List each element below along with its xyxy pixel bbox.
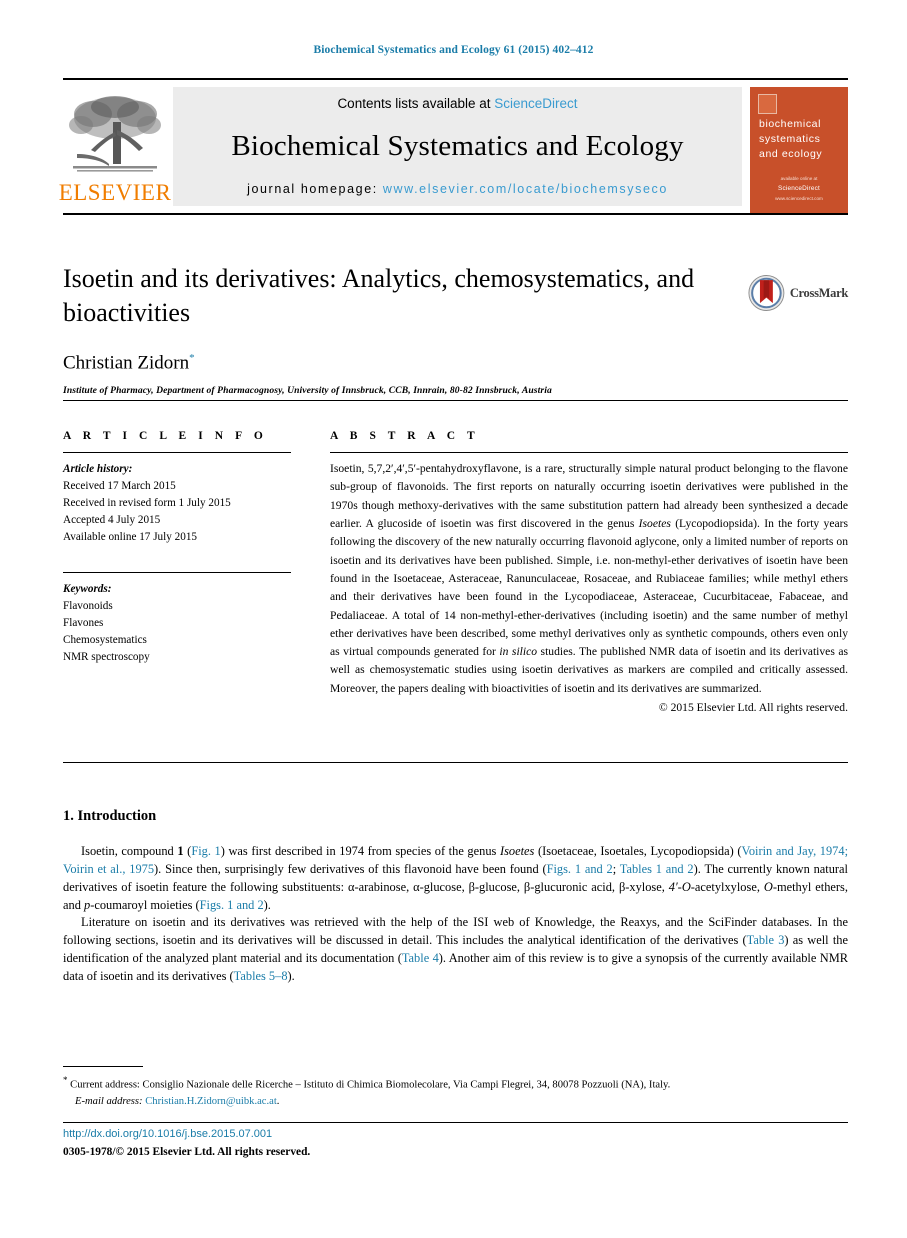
footnote-marker: * xyxy=(63,1075,68,1085)
email-label: E-mail address: xyxy=(75,1095,143,1107)
section-heading-introduction: 1. Introduction xyxy=(63,808,157,824)
crossmark-badge[interactable]: CrossMark xyxy=(748,272,848,314)
substituent-italic: 4′-O xyxy=(668,879,691,894)
doi-link[interactable]: http://dx.doi.org/10.1016/j.bse.2015.07.… xyxy=(63,1128,272,1140)
abstract-part-2: (Lycopodiopsida). In the forty years fol… xyxy=(330,516,848,659)
p1-a: Isoetin, compound xyxy=(81,844,178,858)
abstract-divider xyxy=(330,452,848,453)
table-reference[interactable]: Table 4 xyxy=(402,951,439,965)
p1-h: -acetylxylose, xyxy=(690,879,764,894)
journal-masthead: ELSEVIER Contents lists available at Sci… xyxy=(59,78,848,213)
footnote-block: * Current address: Consiglio Nazionale d… xyxy=(63,1074,848,1110)
journal-homepage-link[interactable]: www.elsevier.com/locate/biochemsyseco xyxy=(383,182,668,196)
keywords-label: Keywords: xyxy=(63,583,112,596)
email-suffix: . xyxy=(276,1095,280,1107)
homepage-line: journal homepage: www.elsevier.com/locat… xyxy=(247,182,668,196)
article-history-label: Article history: xyxy=(63,463,133,475)
figure-reference[interactable]: Figs. 1 and 2 xyxy=(547,862,613,876)
abstract-genus-italic: Isoetes xyxy=(638,516,671,530)
crossmark-label: CrossMark xyxy=(789,285,848,300)
intro-paragraph-2: Literature on isoetin and its derivative… xyxy=(63,914,848,985)
crossmark-icon xyxy=(748,275,785,311)
footnote-address-text: Current address: Consiglio Nazionale del… xyxy=(70,1079,671,1091)
cover-title-line-2: systematics xyxy=(759,133,821,146)
keyword-item: NMR spectroscopy xyxy=(63,651,150,664)
table-reference[interactable]: Tables 5–8 xyxy=(234,969,288,983)
masthead-bottom-rule xyxy=(63,213,848,215)
running-head: Biochemical Systematics and Ecology 61 (… xyxy=(313,44,594,56)
cover-foot-url: www.sciencedirect.com xyxy=(775,195,823,201)
table-reference[interactable]: Table 3 xyxy=(747,933,785,947)
contents-prefix: Contents lists available at xyxy=(337,96,495,111)
cover-title: biochemical systematics and ecology xyxy=(759,117,842,163)
article-info-heading: A R T I C L E I N F O xyxy=(63,430,268,442)
journal-band: Contents lists available at ScienceDirec… xyxy=(173,87,742,206)
p2-a: Literature on isoetin and its derivative… xyxy=(63,915,848,948)
keyword-item: Chemosystematics xyxy=(63,634,147,647)
info-divider-1 xyxy=(63,452,291,453)
keyword-item: Flavonoids xyxy=(63,600,113,613)
email-link[interactable]: Christian.H.Zidorn@uibk.ac.at xyxy=(145,1096,277,1107)
article-history-block: Article history: Received 17 March 2015 … xyxy=(63,461,291,546)
cover-title-line-3: and ecology xyxy=(759,148,823,161)
genus-italic: Isoetes xyxy=(499,844,535,858)
abstract-heading: A B S T R A C T xyxy=(330,430,480,442)
abstract-column: A B S T R A C T Isoetin, 5,7,2′,4′,5′-pe… xyxy=(330,430,848,714)
info-top-rule xyxy=(63,400,848,401)
intro-paragraph-1: Isoetin, compound 1 (Fig. 1) was first d… xyxy=(63,843,848,914)
footnote-rule xyxy=(63,1066,143,1067)
history-item: Received in revised form 1 July 2015 xyxy=(63,497,231,510)
figure-reference[interactable]: Figs. 1 and 2 xyxy=(200,898,264,912)
p1-c: ) was first described in 1974 from speci… xyxy=(220,844,500,858)
abstract-text: Isoetin, 5,7,2′,4′,5′-pentahydroxyflavon… xyxy=(330,460,848,698)
journal-cover-thumbnail: biochemical systematics and ecology avai… xyxy=(750,87,848,213)
cover-foot-small: available online at xyxy=(780,175,818,181)
journal-title: Biochemical Systematics and Ecology xyxy=(231,130,684,162)
bottom-rule xyxy=(63,1122,848,1123)
elsevier-wordmark: ELSEVIER xyxy=(58,180,172,205)
info-divider-2 xyxy=(63,572,291,574)
p1-d: (Isoetaceae, Isoetales, Lycopodiopsida) … xyxy=(534,844,742,858)
title-block: Isoetin and its derivatives: Analytics, … xyxy=(63,262,723,396)
body-content: Isoetin, compound 1 (Fig. 1) was first d… xyxy=(63,843,848,986)
info-bottom-rule xyxy=(63,762,848,763)
cover-title-line-1: biochemical xyxy=(759,118,822,130)
author-name: Christian Zidorn* xyxy=(63,352,723,374)
keyword-item: Flavones xyxy=(63,617,104,630)
history-item: Available online 17 July 2015 xyxy=(63,531,198,544)
p1-k: ). xyxy=(263,897,271,912)
cover-foot-brand: ScienceDirect xyxy=(777,185,821,193)
author-affiliation: Institute of Pharmacy, Department of Pha… xyxy=(63,384,552,396)
elsevier-logo: ELSEVIER xyxy=(59,87,171,206)
abstract-copyright: © 2015 Elsevier Ltd. All rights reserved… xyxy=(658,701,848,715)
keywords-block: Keywords: Flavonoids Flavones Chemosyste… xyxy=(63,581,291,666)
history-item: Accepted 4 July 2015 xyxy=(63,514,161,527)
page-title: Isoetin and its derivatives: Analytics, … xyxy=(63,264,695,327)
sciencedirect-link[interactable]: ScienceDirect xyxy=(494,96,577,111)
p1-e: ). Since then, surprisingly few derivati… xyxy=(154,861,547,876)
article-info-column: A R T I C L E I N F O Article history: R… xyxy=(63,430,291,666)
history-item: Received 17 March 2015 xyxy=(63,480,176,493)
elsevier-tree-icon xyxy=(69,96,161,172)
o-methyl-italic: O xyxy=(763,879,773,894)
p1-f: ; xyxy=(612,861,620,876)
cover-footer: available online at ScienceDirect www.sc… xyxy=(750,175,848,203)
issn-copyright: 0305-1978/© 2015 Elsevier Ltd. All right… xyxy=(63,1146,311,1158)
author-label: Christian Zidorn xyxy=(63,351,190,373)
abstract-insilico-italic: in silico xyxy=(499,645,538,659)
contents-line: Contents lists available at ScienceDirec… xyxy=(337,96,577,111)
table-reference[interactable]: Tables 1 and 2 xyxy=(620,862,694,876)
homepage-prefix: journal homepage: xyxy=(247,182,383,196)
p1-j: -coumaroyl moieties ( xyxy=(90,897,200,912)
author-footnote-marker[interactable]: * xyxy=(189,352,195,364)
footnote-email-line: E-mail address: Christian.H.Zidorn@uibk.… xyxy=(63,1094,848,1110)
cover-badge-icon xyxy=(758,94,777,114)
figure-reference[interactable]: Fig. 1 xyxy=(191,844,220,858)
p2-d: ). xyxy=(287,969,295,984)
footnote-current-address: * Current address: Consiglio Nazionale d… xyxy=(63,1074,848,1094)
paper-page: Biochemical Systematics and Ecology 61 (… xyxy=(0,0,907,1238)
